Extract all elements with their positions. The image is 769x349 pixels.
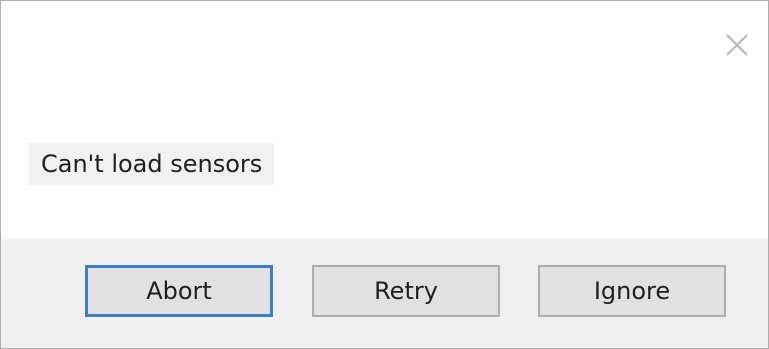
- error-message: Can't load sensors: [29, 143, 275, 185]
- ignore-button[interactable]: Ignore: [538, 265, 726, 317]
- retry-button[interactable]: Retry: [312, 265, 500, 317]
- error-dialog: Can't load sensors Abort Retry Ignore: [0, 0, 769, 349]
- abort-button[interactable]: Abort: [85, 265, 273, 317]
- close-icon: [726, 34, 748, 56]
- close-button[interactable]: [717, 25, 757, 65]
- message-area: Can't load sensors: [1, 1, 768, 239]
- button-bar: Abort Retry Ignore: [1, 239, 768, 348]
